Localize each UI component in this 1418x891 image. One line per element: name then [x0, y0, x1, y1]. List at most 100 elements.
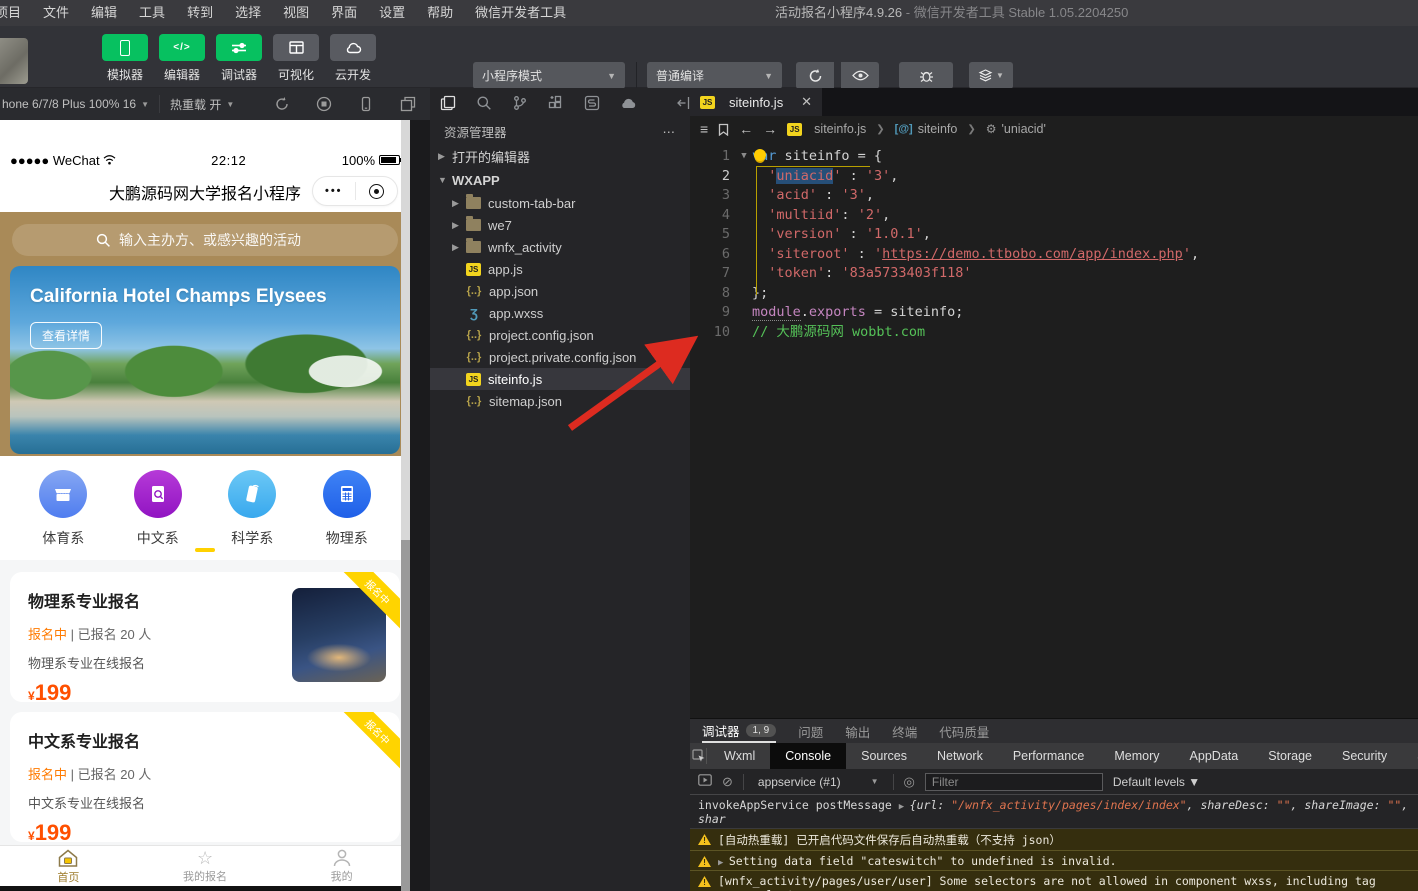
category-science[interactable]: 科学系 — [220, 470, 284, 560]
debug-tab-4[interactable]: 代码质量 — [939, 719, 989, 743]
hot-reload-select[interactable]: 热重载 开▼ — [160, 96, 244, 113]
devtools-tab-security[interactable]: Security — [1327, 743, 1402, 769]
banner-detail-button[interactable]: 查看详情 — [30, 322, 102, 349]
source-control-icon[interactable] — [512, 95, 528, 111]
tree-item-wnfx_activity[interactable]: ▶wnfx_activity — [430, 236, 690, 258]
menu-item-8[interactable]: 设置 — [368, 0, 416, 26]
menu-item-9[interactable]: 帮助 — [416, 0, 464, 26]
menu-item-10[interactable]: 微信开发者工具 — [464, 0, 577, 26]
editor-tab-siteinfo[interactable]: JS siteinfo.js ✕ — [690, 88, 822, 116]
fold-icon[interactable]: ▼ — [736, 147, 752, 167]
phone-frame-icon[interactable] — [358, 96, 374, 112]
refresh-icon — [808, 69, 823, 83]
tree-item-siteinfo.js[interactable]: JSsiteinfo.js — [430, 368, 690, 390]
clear-console-icon[interactable]: ⊘ — [722, 774, 733, 790]
tree-item-app.js[interactable]: JSapp.js — [430, 258, 690, 280]
user-avatar[interactable] — [0, 38, 28, 84]
search-icon[interactable] — [476, 95, 492, 111]
menu-item-1[interactable]: 文件 — [32, 0, 80, 26]
compile-mode-select[interactable]: 普通编译▼ — [647, 62, 782, 89]
console-sidebar-icon[interactable] — [698, 774, 712, 789]
bookmark-icon[interactable] — [718, 123, 729, 136]
console-filter-input[interactable] — [925, 773, 1103, 791]
debug-tab-1[interactable]: 问题 — [798, 719, 823, 743]
devtools-tab-memory[interactable]: Memory — [1099, 743, 1174, 769]
stop-icon[interactable] — [316, 96, 332, 112]
layout-icon — [289, 41, 304, 54]
banner-image[interactable]: California Hotel Champs Elysees 查看详情 — [10, 266, 400, 454]
devtools-tab-storage[interactable]: Storage — [1253, 743, 1327, 769]
devtools-tab-wxml[interactable]: Wxml — [709, 743, 770, 769]
open-editors-section[interactable]: ▶ 打开的编辑器 — [430, 144, 690, 168]
visualization-toggle-button[interactable]: 可视化 — [273, 34, 319, 83]
debug-tab-2[interactable]: 输出 — [845, 719, 870, 743]
chevron-separator: ❯ — [876, 124, 884, 135]
menu-item-7[interactable]: 界面 — [320, 0, 368, 26]
menu-item-6[interactable]: 视图 — [272, 0, 320, 26]
scrollbar-thumb[interactable] — [401, 540, 410, 891]
tencent-cloud-icon[interactable] — [620, 96, 637, 110]
log-levels-select[interactable]: Default levels ▼ — [1113, 775, 1200, 789]
npm-scripts-icon[interactable] — [584, 95, 600, 111]
debugger-toggle-button[interactable]: 调试器 — [216, 34, 262, 83]
inspect-element-icon[interactable] — [692, 748, 707, 764]
breadcrumb-file[interactable]: JS siteinfo.js — [787, 122, 866, 136]
menu-item-0[interactable]: 项目 — [0, 0, 32, 26]
search-input[interactable]: 输入主办方、或感兴趣的活动 — [12, 224, 398, 256]
activity-card-physics[interactable]: 物理系专业报名 报名中 | 已报名 20 人 物理系专业在线报名 ¥199 报名… — [10, 572, 400, 702]
simulator-toggle-button[interactable]: 模拟器 — [102, 34, 148, 83]
back-icon[interactable]: ← — [739, 121, 753, 137]
simulator-scrollbar[interactable] — [401, 120, 410, 891]
rotate-icon[interactable] — [274, 96, 290, 112]
cloud-dev-toggle-button[interactable]: 云开发 — [330, 34, 376, 83]
category-physics[interactable]: 物理系 — [315, 470, 379, 560]
code-editor[interactable]: 1▼var siteinfo = {2 'uniacid' : '3',3 'a… — [690, 142, 1418, 718]
tree-item-project.config.json[interactable]: {..}project.config.json — [430, 324, 690, 346]
tree-item-app.wxss[interactable]: Ʒapp.wxss — [430, 302, 690, 324]
activity-card-chinese[interactable]: 中文系专业报名 报名中 | 已报名 20 人 中文系专业在线报名 ¥199 报名… — [10, 712, 400, 842]
fold-spacer — [736, 206, 752, 226]
tab-home[interactable]: 首页 — [0, 846, 137, 886]
devtools-tab-appdata[interactable]: AppData — [1175, 743, 1254, 769]
breadcrumb-member[interactable]: ⚙ 'uniacid' — [986, 122, 1046, 136]
category-sports[interactable]: 体育系 — [31, 470, 95, 560]
execution-context-select[interactable]: appservice (#1)▼ — [754, 775, 883, 789]
menu-item-3[interactable]: 工具 — [128, 0, 176, 26]
menu-item-2[interactable]: 编辑 — [80, 0, 128, 26]
tab-profile[interactable]: 我的 — [273, 846, 410, 886]
category-chinese[interactable]: 中文系 — [126, 470, 190, 560]
search-icon — [96, 233, 111, 248]
forward-icon[interactable]: → — [763, 121, 777, 137]
lightbulb-icon[interactable] — [754, 149, 766, 161]
exit-button[interactable] — [356, 184, 398, 199]
devtools-tab-sources[interactable]: Sources — [846, 743, 922, 769]
tree-item-custom-tab-bar[interactable]: ▶custom-tab-bar — [430, 192, 690, 214]
tab-my-registrations[interactable]: ☆ 我的报名 — [137, 846, 274, 886]
close-icon[interactable]: ✕ — [801, 94, 812, 110]
devtools-tab-console[interactable]: Console — [770, 743, 846, 769]
tree-item-app.json[interactable]: {..}app.json — [430, 280, 690, 302]
console-toolbar: ⊘ appservice (#1)▼ ◎ Default levels ▼ — [690, 769, 1418, 795]
extensions-icon[interactable] — [548, 95, 564, 111]
live-expression-icon[interactable]: ◎ — [904, 774, 915, 790]
project-root-section[interactable]: ▼ WXAPP — [430, 168, 690, 192]
tree-item-sitemap.json[interactable]: {..}sitemap.json — [430, 390, 690, 412]
debug-tab-3[interactable]: 终端 — [892, 719, 917, 743]
devtools-tab-sensor[interactable]: Sensor — [1402, 743, 1418, 769]
menu-item-4[interactable]: 转到 — [176, 0, 224, 26]
editor-toggle-button[interactable]: </> 编辑器 — [159, 34, 205, 83]
tree-item-we7[interactable]: ▶we7 — [430, 214, 690, 236]
more-menu-button[interactable]: ••• — [313, 185, 355, 197]
detach-window-icon[interactable] — [400, 96, 416, 112]
more-actions-icon[interactable]: ⋯ — [663, 124, 677, 139]
tree-item-project.private.config.json[interactable]: {..}project.private.config.json — [430, 346, 690, 368]
devtools-tab-network[interactable]: Network — [922, 743, 998, 769]
devtools-tab-performance[interactable]: Performance — [998, 743, 1100, 769]
debug-tab-0[interactable]: 调试器1, 9 — [702, 719, 776, 743]
files-icon[interactable] — [440, 95, 456, 111]
menu-item-5[interactable]: 选择 — [224, 0, 272, 26]
outline-menu-icon[interactable]: ≡ — [700, 121, 708, 137]
breadcrumb-symbol[interactable]: [@] siteinfo — [895, 122, 958, 136]
device-select[interactable]: hone 6/7/8 Plus 100% 16▼ — [0, 97, 159, 111]
mode-select[interactable]: 小程序模式▼ — [473, 62, 625, 89]
